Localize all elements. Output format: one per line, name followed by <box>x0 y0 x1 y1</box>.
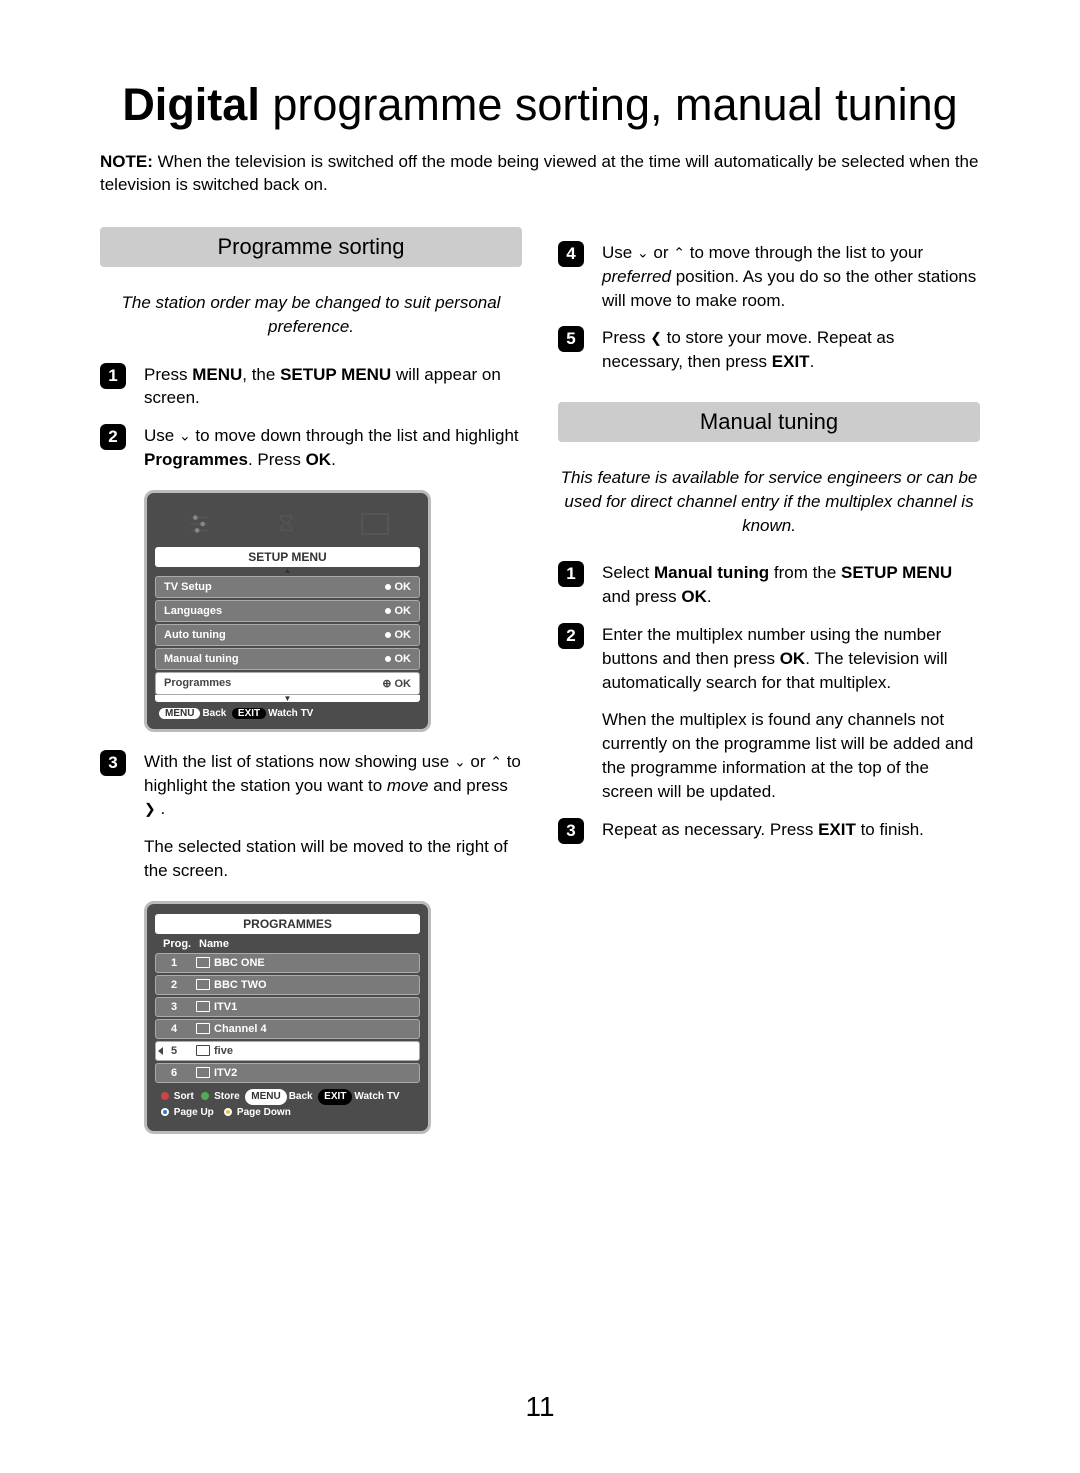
columns: Programme sorting The station order may … <box>100 227 980 1152</box>
mstep-badge-1: 1 <box>558 561 584 587</box>
chevron-left-icon: ❮ <box>650 330 662 346</box>
osd1-item-programmes: Programmes⊕ OK <box>155 672 420 695</box>
chevron-down-icon: ⌄ <box>637 245 649 261</box>
section-programme-sorting: Programme sorting <box>100 227 522 267</box>
osd1-item-manualtuning: Manual tuningOK <box>155 648 420 670</box>
page-title: Digital programme sorting, manual tuning <box>100 80 980 130</box>
intro-manual-tuning: This feature is available for service en… <box>558 466 980 537</box>
title-bold: Digital <box>122 79 260 130</box>
osd2-title: PROGRAMMES <box>155 914 420 934</box>
osd1-title: SETUP MENU <box>155 547 420 567</box>
osd2-footer: Sort Store MENUBack EXITWatch TV Page Up… <box>155 1083 420 1123</box>
title-rest: programme sorting, manual tuning <box>260 79 958 130</box>
osd1-arrow-up: ▲ <box>155 567 420 574</box>
column-left: Programme sorting The station order may … <box>100 227 522 1152</box>
prog-row: 1BBC ONE <box>155 953 420 973</box>
step-badge-2: 2 <box>100 424 126 450</box>
mstep-2-text: Enter the multiplex number using the num… <box>602 623 980 694</box>
left-arrow-icon <box>158 1047 163 1055</box>
step-1: 1 Press MENU, the SETUP MENU will appear… <box>100 363 522 411</box>
mstep-3: 3 Repeat as necessary. Press EXIT to fin… <box>558 818 980 844</box>
column-right: 4 Use ⌄ or ⌃ to move through the list to… <box>558 227 980 1152</box>
chevron-down-icon: ⌄ <box>179 428 191 444</box>
mstep-3-text: Repeat as necessary. Press EXIT to finis… <box>602 818 924 844</box>
note-text: When the television is switched off the … <box>100 152 978 195</box>
mstep-1-text: Select Manual tuning from the SETUP MENU… <box>602 561 980 609</box>
step-2-text: Use ⌄ to move down through the list and … <box>144 424 522 472</box>
chevron-down-icon: ⌄ <box>454 754 466 770</box>
step-4-text: Use ⌄ or ⌃ to move through the list to y… <box>602 241 980 312</box>
step-badge-1: 1 <box>100 363 126 389</box>
red-dot-icon <box>161 1092 169 1100</box>
prog-row: 2BBC TWO <box>155 975 420 995</box>
manual-page: Digital programme sorting, manual tuning… <box>0 0 1080 1473</box>
mstep-2: 2 Enter the multiplex number using the n… <box>558 623 980 694</box>
step-badge-4: 4 <box>558 241 584 267</box>
mstep-badge-3: 3 <box>558 818 584 844</box>
chevron-up-icon: ⌃ <box>673 245 685 261</box>
intro-programme-sorting: The station order may be changed to suit… <box>100 291 522 339</box>
osd-programmes: PROGRAMMES Prog.Name 1BBC ONE 2BBC TWO 3… <box>144 901 431 1134</box>
page-number: 11 <box>0 1391 1080 1423</box>
step-3-paragraph: The selected station will be moved to th… <box>144 835 522 883</box>
prog-row: 4Channel 4 <box>155 1019 420 1039</box>
step-5: 5 Press ❮ to store your move. Repeat as … <box>558 326 980 374</box>
sliders-icon <box>187 513 211 535</box>
yellow-dot-icon <box>224 1108 232 1116</box>
prog-row-selected: 5five <box>155 1041 420 1061</box>
osd-tab-icons <box>155 503 420 545</box>
section-manual-tuning: Manual tuning <box>558 402 980 442</box>
osd1-item-tvsetup: TV SetupOK <box>155 576 420 598</box>
prog-row: 6ITV2 <box>155 1063 420 1083</box>
osd1-list: TV SetupOK LanguagesOK Auto tuningOK Man… <box>155 576 420 695</box>
note-label: NOTE: <box>100 152 153 171</box>
osd2-list: 1BBC ONE 2BBC TWO 3ITV1 4Channel 4 5five… <box>155 953 420 1083</box>
note-paragraph: NOTE: When the television is switched of… <box>100 150 980 198</box>
step-2: 2 Use ⌄ to move down through the list an… <box>100 424 522 472</box>
step-1-text: Press MENU, the SETUP MENU will appear o… <box>144 363 522 411</box>
green-dot-icon <box>201 1092 209 1100</box>
osd1-footer: MENUBack EXITWatch TV <box>155 702 420 721</box>
osd2-header: Prog.Name <box>155 934 420 950</box>
osd-setup-menu: SETUP MENU ▲ TV SetupOK LanguagesOK Auto… <box>144 490 431 732</box>
step-5-text: Press ❮ to store your move. Repeat as ne… <box>602 326 980 374</box>
osd1-item-languages: LanguagesOK <box>155 600 420 622</box>
mstep-1: 1 Select Manual tuning from the SETUP ME… <box>558 561 980 609</box>
blue-dot-icon <box>161 1108 169 1116</box>
chevron-right-icon: ❯ <box>144 801 156 817</box>
hourglass-icon <box>274 513 298 535</box>
step-3: 3 With the list of stations now showing … <box>100 750 522 821</box>
osd1-arrow-down: ▼ <box>155 695 420 702</box>
step-badge-3: 3 <box>100 750 126 776</box>
step-4: 4 Use ⌄ or ⌃ to move through the list to… <box>558 241 980 312</box>
prog-row: 3ITV1 <box>155 997 420 1017</box>
mstep-2-paragraph: When the multiplex is found any channels… <box>602 708 980 803</box>
mstep-badge-2: 2 <box>558 623 584 649</box>
tv-icon <box>361 513 389 535</box>
chevron-up-icon: ⌃ <box>490 754 502 770</box>
osd1-item-autotuning: Auto tuningOK <box>155 624 420 646</box>
step-badge-5: 5 <box>558 326 584 352</box>
step-3-text: With the list of stations now showing us… <box>144 750 522 821</box>
